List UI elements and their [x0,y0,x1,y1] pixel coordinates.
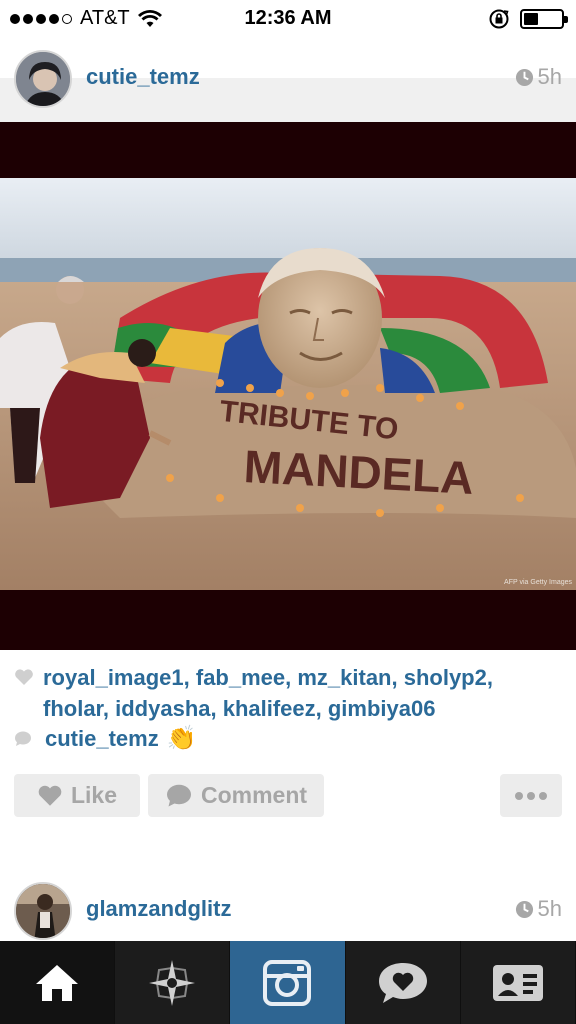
clapping-hands-icon: 👏 [166,725,197,752]
status-bar: AT&T 12:36 AM [0,0,576,38]
post-photo[interactable]: TRIBUTE TO MANDELA AFP via Getty Images [0,122,576,650]
like-button-label: Like [70,782,118,808]
activity-bubble-icon [378,962,427,1003]
comment-button[interactable]: Comment [148,774,324,817]
camera-icon [263,959,312,1006]
next-post-username[interactable]: glamzandglitz [86,896,231,922]
tab-home[interactable] [0,941,116,1024]
caption-row: cutie_temz 👏 [14,724,197,753]
post-header: cutie_temz 5h [0,38,576,122]
comment-bubble-icon [166,784,191,806]
tab-profile[interactable] [461,941,576,1024]
more-options-button[interactable] [500,774,562,817]
next-post-header: glamzandglitz 5h [0,872,576,942]
likes-list[interactable]: royal_image1, fab_mee, mz_kitan, sholyp2… [43,662,564,724]
next-post-avatar[interactable] [14,882,72,940]
status-right [488,8,568,30]
avatar[interactable] [14,50,72,108]
heart-icon [38,785,62,806]
ellipsis-icon [515,791,547,800]
photo-credit: AFP via Getty Images [504,579,572,586]
sculpture-text-line2: MANDELA [243,440,475,504]
tab-camera[interactable] [230,941,346,1024]
next-post-time-label: 5h [537,896,562,921]
home-icon [36,964,79,1001]
rotation-lock-icon [489,9,509,29]
heart-icon [15,669,33,685]
sculpture-text-line1: TRIBUTE TO [218,395,400,447]
post-username[interactable]: cutie_temz [86,64,200,90]
comment-button-label: Comment [200,782,308,808]
caption-username[interactable]: cutie_temz [45,726,159,752]
comment-bubble-icon [15,731,31,746]
post-time: 5h [515,64,562,90]
post-time-label: 5h [537,64,562,89]
next-post-time: 5h [515,896,562,922]
profile-card-icon [492,964,543,1001]
like-button[interactable]: Like [14,774,140,817]
likes-row: royal_image1, fab_mee, mz_kitan, sholyp2… [14,662,564,724]
explore-star-icon [149,959,196,1006]
tab-bar [0,941,576,1024]
tab-activity[interactable] [346,941,461,1024]
battery-icon [520,9,568,29]
clock-icon [515,68,533,86]
tab-explore[interactable] [115,941,231,1024]
sculpture-text-overlay: TRIBUTE TO MANDELA AFP via Getty Images [218,395,572,586]
clock-icon [515,900,533,918]
